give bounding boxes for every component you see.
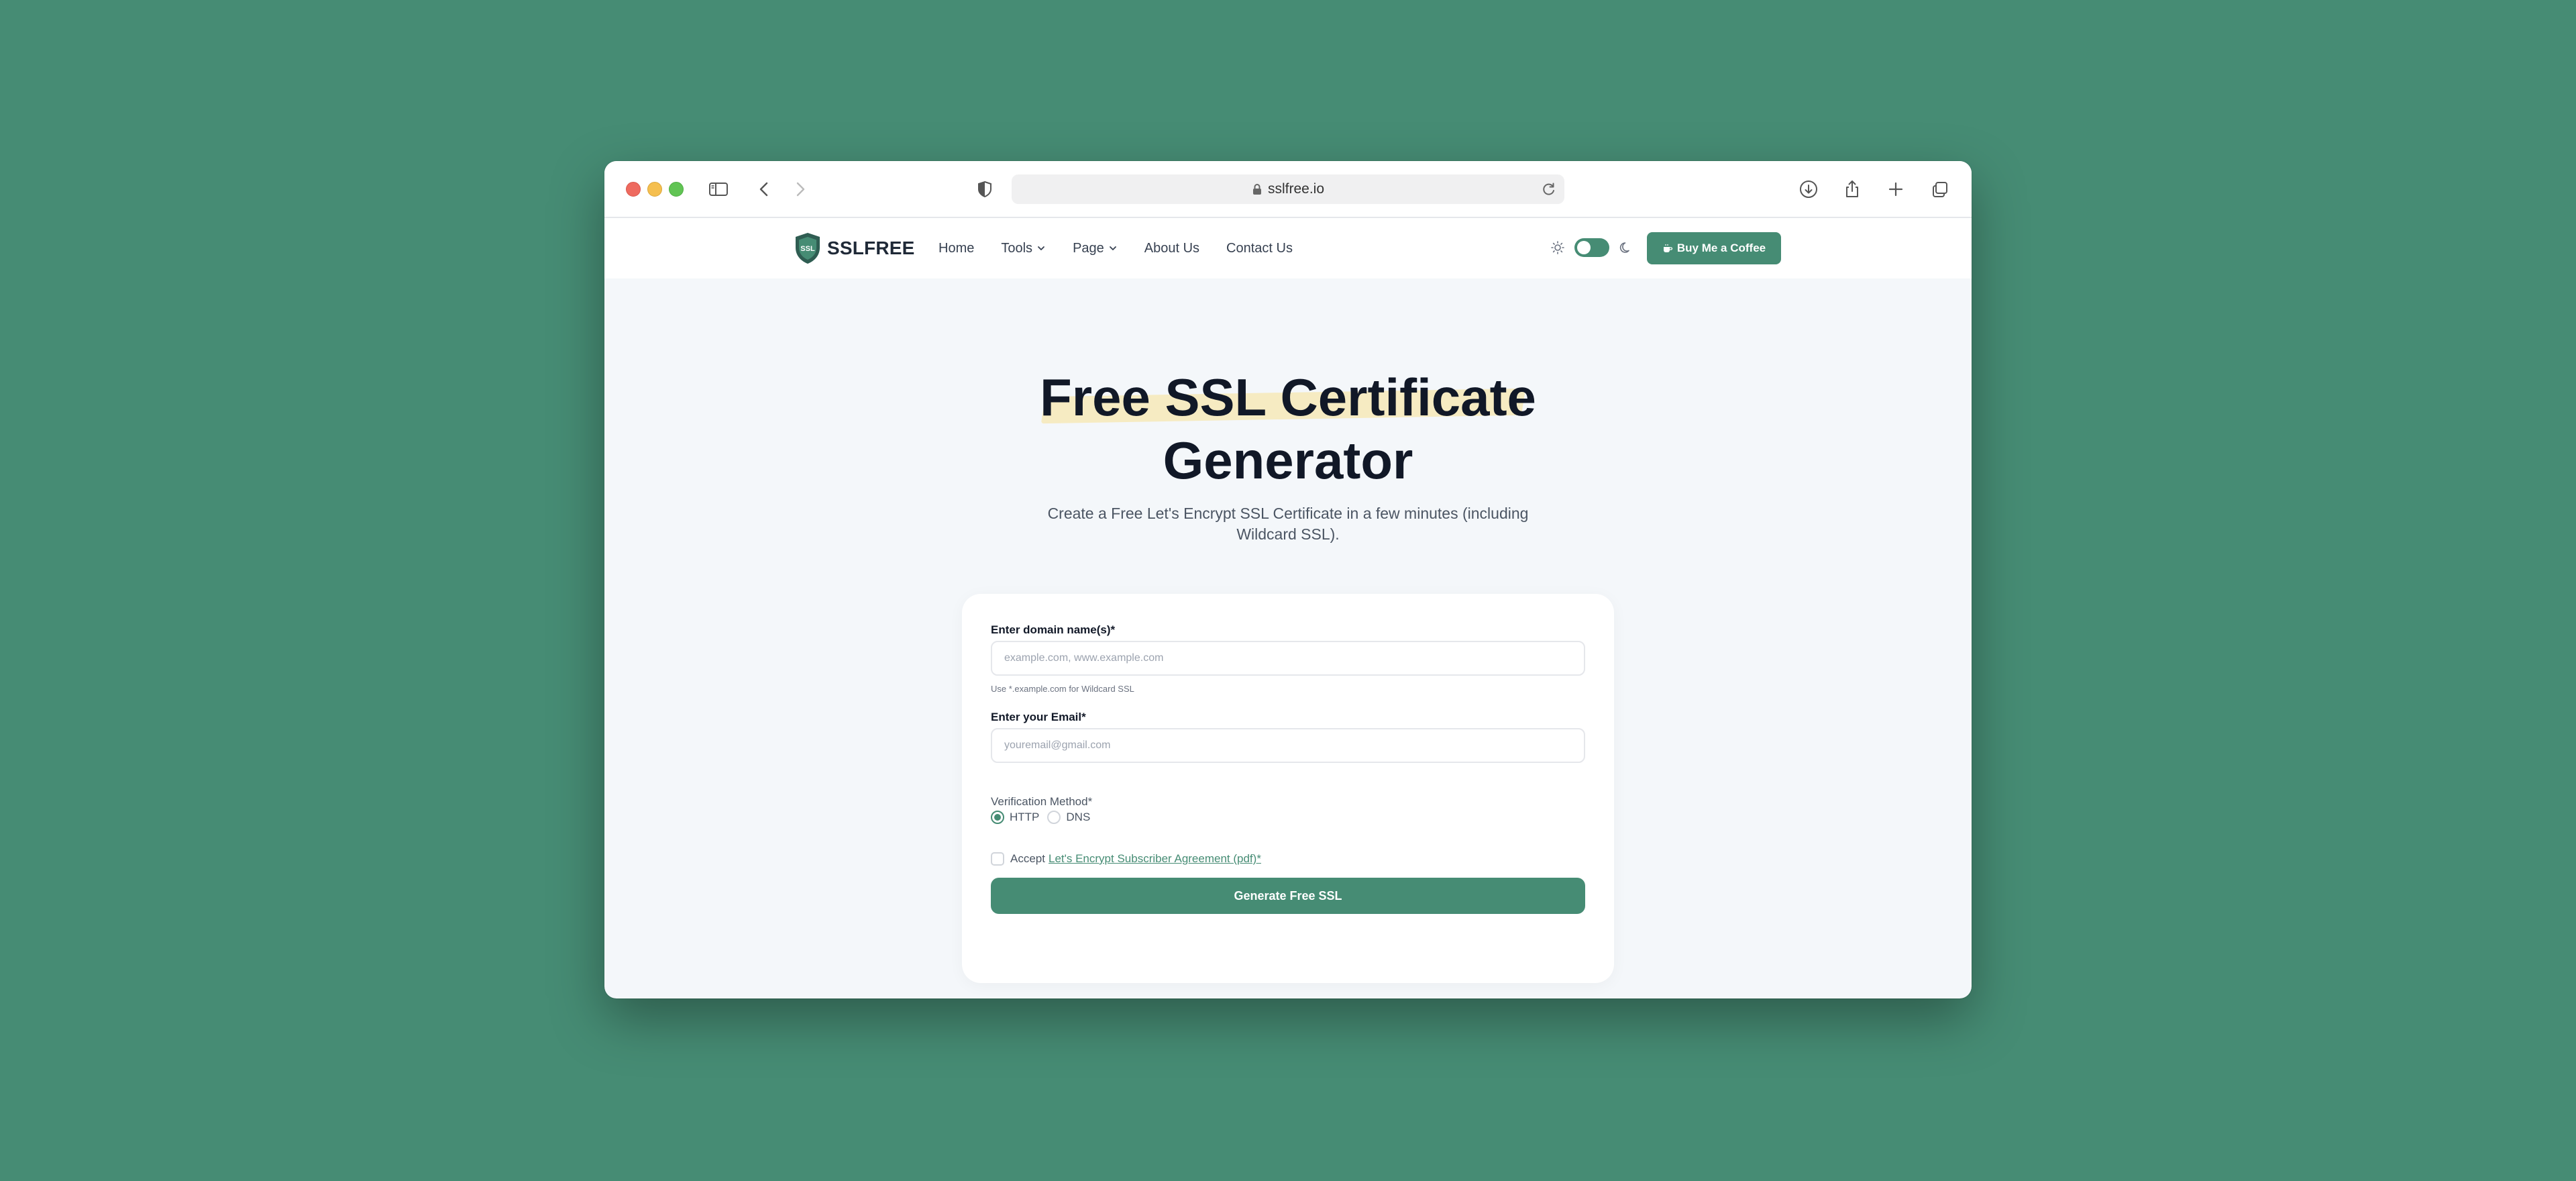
radio-http-label: HTTP — [1010, 811, 1040, 823]
reload-icon[interactable] — [1540, 181, 1558, 198]
sidebar-toggle-icon[interactable] — [706, 177, 731, 201]
nav-page-dropdown[interactable]: Page — [1073, 241, 1118, 256]
nav-about-label: About Us — [1144, 240, 1200, 256]
radio-dns-label: DNS — [1066, 811, 1091, 823]
forward-arrow-icon[interactable] — [788, 177, 812, 201]
download-icon[interactable] — [1796, 177, 1821, 201]
moon-icon — [1619, 242, 1629, 253]
domain-label: Enter domain name(s)* — [991, 623, 1116, 636]
radio-dns[interactable] — [1047, 811, 1061, 824]
toggle-knob — [1577, 241, 1591, 254]
accept-checkbox[interactable] — [991, 852, 1004, 866]
privacy-shield-icon[interactable] — [973, 177, 997, 201]
radio-http[interactable] — [991, 811, 1004, 824]
hero-title: Free SSL Certificate Generator — [604, 366, 1972, 492]
close-window-button[interactable] — [626, 182, 641, 197]
hero-subtitle: Create a Free Let's Encrypt SSL Certific… — [1047, 505, 1529, 543]
verification-method-group: HTTP DNS — [991, 811, 1090, 824]
email-input[interactable]: youremail@gmail.com — [991, 728, 1585, 763]
nav-contact-us[interactable]: Contact Us — [1226, 241, 1293, 256]
email-placeholder: youremail@gmail.com — [1004, 739, 1111, 751]
nav-home[interactable]: Home — [938, 241, 974, 256]
address-bar[interactable]: sslfree.io — [1012, 174, 1564, 204]
chevron-down-icon — [1109, 246, 1116, 250]
lock-icon — [1252, 184, 1261, 195]
logo-badge-text: SSL — [800, 245, 815, 253]
nav-contact-label: Contact Us — [1226, 240, 1293, 256]
nav-home-label: Home — [938, 240, 975, 256]
coffee-cup-icon — [1663, 244, 1672, 252]
coffee-label: Buy Me a Coffee — [1676, 242, 1766, 254]
browser-window: sslfree.io SSL SSLFREE Home Tools Page A… — [604, 161, 1972, 998]
hero-title-line2: Generator — [1163, 431, 1413, 490]
hero-title-line1: Free SSL Certificate — [1040, 366, 1536, 429]
main-nav: Home Tools Page About Us Contact Us — [938, 218, 1320, 278]
subscriber-agreement-link[interactable]: Let's Encrypt Subscriber Agreement (pdf)… — [1049, 852, 1261, 866]
site-logo[interactable]: SSL SSLFREE — [794, 232, 915, 265]
domain-input[interactable]: example.com, www.example.com — [991, 641, 1585, 676]
back-arrow-icon[interactable] — [753, 177, 777, 201]
theme-switcher — [1550, 238, 1633, 257]
nav-page-label: Page — [1073, 240, 1104, 256]
brand-name: SSLFREE — [827, 238, 915, 258]
chevron-down-icon — [1038, 246, 1044, 250]
domain-hint: Use *.example.com for Wildcard SSL — [991, 684, 1134, 694]
ssl-generator-form: Enter domain name(s)* example.com, www.e… — [962, 594, 1614, 983]
buy-me-a-coffee-button[interactable]: Buy Me a Coffee — [1647, 232, 1781, 264]
verification-method-label: Verification Method* — [991, 795, 1093, 808]
generate-button-label: Generate Free SSL — [1234, 888, 1342, 903]
nav-tools-label: Tools — [1001, 240, 1033, 256]
email-label: Enter your Email* — [991, 711, 1086, 723]
generate-free-ssl-button[interactable]: Generate Free SSL — [991, 878, 1585, 914]
nav-tools-dropdown[interactable]: Tools — [1001, 241, 1046, 256]
maximize-window-button[interactable] — [669, 182, 684, 197]
site-navbar: SSL SSLFREE Home Tools Page About Us Con… — [604, 218, 1972, 278]
minimize-window-button[interactable] — [647, 182, 662, 197]
url-text: sslfree.io — [1267, 181, 1325, 197]
new-tab-plus-icon[interactable] — [1884, 177, 1908, 201]
nav-about-us[interactable]: About Us — [1144, 241, 1199, 256]
share-icon[interactable] — [1840, 177, 1864, 201]
accept-label: Accept — [1010, 852, 1045, 865]
domain-placeholder: example.com, www.example.com — [1004, 652, 1164, 664]
ssl-shield-logo-icon: SSL — [796, 233, 820, 264]
accept-agreement-row: Accept Let's Encrypt Subscriber Agreemen… — [991, 852, 1261, 866]
tab-overview-icon[interactable] — [1928, 177, 1952, 201]
dark-mode-toggle[interactable] — [1574, 238, 1609, 257]
browser-toolbar: sslfree.io — [604, 161, 1972, 218]
sun-icon — [1551, 241, 1564, 254]
